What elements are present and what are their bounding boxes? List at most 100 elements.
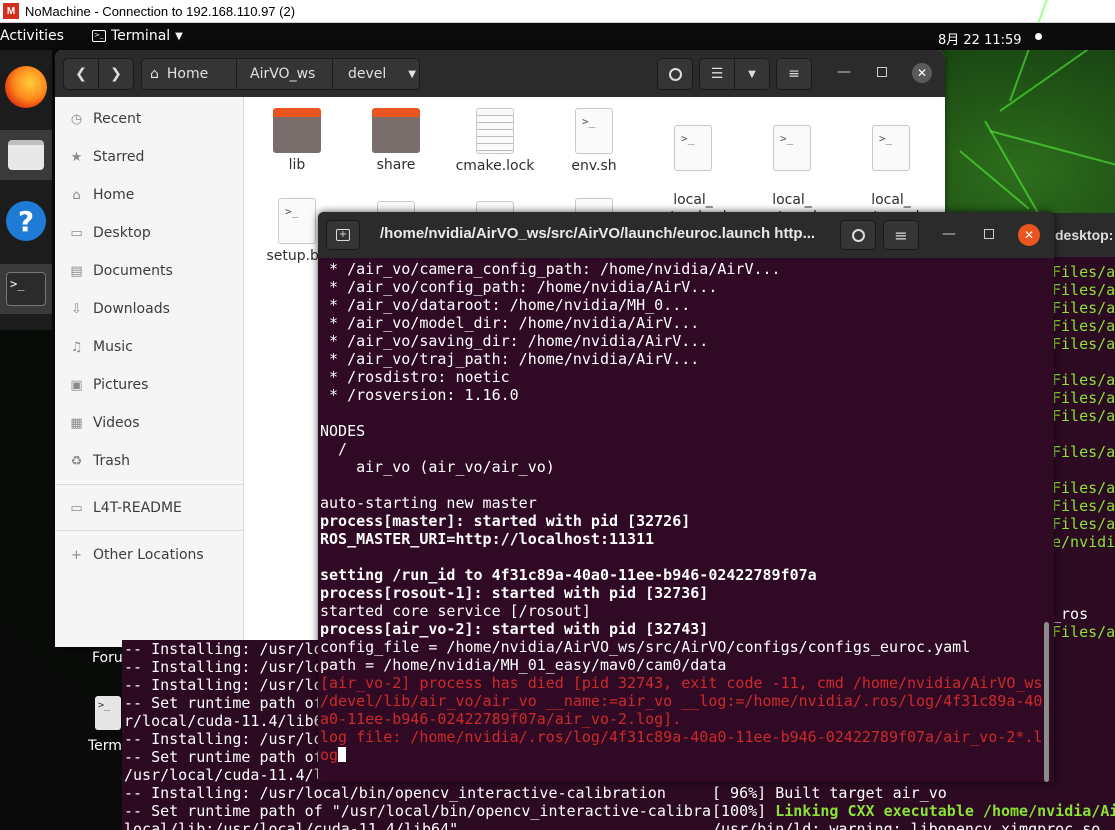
- hamburger-icon: ≡: [788, 66, 800, 82]
- terminal-line: /devel/lib/air_vo/air_vo __name:=air_vo …: [320, 692, 1043, 710]
- breadcrumb-airvo-ws[interactable]: AirVO_ws: [236, 58, 333, 90]
- file-item-lib[interactable]: lib: [248, 105, 346, 174]
- search-icon: [668, 67, 682, 81]
- sidebar-item-label: Videos: [93, 415, 140, 431]
- sidebar-item-label: Downloads: [93, 301, 170, 317]
- terminal-line: * /air_vo/traj_path: /home/nvidia/AirV..…: [320, 350, 700, 368]
- close-button[interactable]: ✕: [912, 63, 932, 83]
- desktop-icon-forum-label[interactable]: Foru: [92, 650, 123, 666]
- background-terminal-line-highlight: Linking CXX executable /home/nvidia/Ai: [775, 802, 1115, 820]
- back-button[interactable]: ❮: [63, 58, 99, 90]
- breadcrumb-home-label: Home: [166, 66, 209, 82]
- breadcrumb-devel[interactable]: devel ▼: [332, 58, 420, 90]
- sidebar-item-documents[interactable]: ▤ Documents: [69, 261, 173, 281]
- terminal-title: /home/nvidia/AirVO_ws/src/AirVO/launch/e…: [380, 225, 816, 242]
- terminal-line: started core service [/rosout]: [320, 602, 591, 620]
- terminal-line: auto-starting new master: [320, 494, 537, 512]
- sidebar-item-trash[interactable]: ♻ Trash: [69, 451, 130, 471]
- chevron-down-icon: ▼: [408, 68, 416, 80]
- firefox-icon[interactable]: [0, 62, 52, 112]
- file-item-share[interactable]: share: [347, 105, 445, 174]
- script-file-icon: >_: [872, 125, 910, 171]
- sidebar-item-label: Recent: [93, 111, 142, 127]
- list-view-button[interactable]: ☰: [699, 58, 735, 90]
- sidebar-item-label: Other Locations: [93, 547, 204, 563]
- files-app-icon[interactable]: [0, 130, 52, 180]
- background-terminal-side-line: Files/a: [1052, 515, 1115, 533]
- background-terminal-line: -- Installing: /usr/local/bin/opencv_int…: [124, 784, 666, 802]
- file-item-env-sh[interactable]: >_ env.sh: [545, 105, 643, 175]
- minimize-icon[interactable]: —: [942, 226, 956, 242]
- files-header-bar: ❮ ❯ ⌂ Home AirVO_ws devel ▼ ☰ ▼ ≡ — ✕: [55, 50, 945, 97]
- clock[interactable]: 8月 22 11:59: [938, 29, 1022, 48]
- background-terminal-line: [ 96%] Built target air_vo: [712, 784, 1115, 802]
- background-terminal-side-line: Files/a: [1052, 335, 1115, 353]
- background-terminal-side-line: Files/a: [1052, 263, 1115, 281]
- forward-button[interactable]: ❯: [98, 58, 134, 90]
- background-terminal-line-text: [100%]: [712, 802, 776, 820]
- breadcrumb-home[interactable]: ⌂ Home: [141, 58, 237, 90]
- activities-button[interactable]: Activities: [0, 28, 64, 44]
- maximize-icon[interactable]: [877, 67, 887, 77]
- sidebar-item-pictures[interactable]: ▣ Pictures: [69, 375, 148, 395]
- minimize-icon[interactable]: —: [837, 64, 851, 80]
- terminal-line: air_vo (air_vo/air_vo): [320, 458, 555, 476]
- sidebar-item-videos[interactable]: ▦ Videos: [69, 413, 140, 433]
- sidebar-item-label: Pictures: [93, 377, 149, 393]
- terminal-search-button[interactable]: [840, 220, 876, 250]
- terminal-line: og: [320, 746, 1050, 764]
- home-icon: ⌂: [150, 66, 159, 82]
- terminal-line: * /air_vo/config_path: /home/nvidia/AirV…: [320, 278, 718, 296]
- terminal-line: * /rosdistro: noetic: [320, 368, 510, 386]
- sidebar-item-other-locations[interactable]: + Other Locations: [69, 545, 204, 565]
- chevron-down-icon: ▼: [175, 30, 183, 42]
- close-button[interactable]: ✕: [1018, 224, 1040, 246]
- terminal-scrollbar[interactable]: [1044, 622, 1049, 782]
- view-options-button[interactable]: ▼: [734, 58, 770, 90]
- sidebar-item-label: Home: [93, 187, 135, 203]
- background-terminal-side-line: Files/a: [1052, 407, 1115, 425]
- sidebar-item-l4t-readme[interactable]: ▭ L4T-README: [69, 498, 182, 518]
- terminal-line: [air_vo-2] process has died [pid 32743, …: [320, 674, 1043, 692]
- desktop-terminal-icon[interactable]: >_: [95, 696, 121, 730]
- terminal-app-icon: >_: [92, 30, 106, 42]
- sidebar-item-music[interactable]: ♫ Music: [69, 337, 133, 357]
- sidebar-item-downloads[interactable]: ⇩ Downloads: [69, 299, 170, 319]
- sidebar-item-recent[interactable]: ◷ Recent: [69, 109, 142, 129]
- music-icon: ♫: [70, 339, 83, 355]
- background-terminal-side-line: _ros: [1052, 605, 1089, 623]
- sidebar-item-starred[interactable]: ★ Starred: [69, 147, 145, 167]
- search-button[interactable]: [657, 58, 693, 90]
- trash-icon: ♻: [70, 453, 83, 469]
- terminal-line: setting /run_id to 4f31c89a-40a0-11ee-b9…: [320, 566, 817, 584]
- folder-icon: [273, 108, 321, 153]
- maximize-icon[interactable]: [984, 229, 994, 239]
- terminal-line: process[rosout-1]: started with pid [327…: [320, 584, 709, 602]
- script-file-icon: >_: [575, 108, 613, 154]
- sidebar-item-home[interactable]: ⌂ Home: [69, 185, 134, 205]
- terminal-dock-icon[interactable]: >_: [0, 264, 52, 314]
- terminal-line: config_file = /home/nvidia/AirVO_ws/src/…: [320, 638, 971, 656]
- app-menu-label: Terminal: [111, 28, 171, 44]
- folder-icon: [372, 108, 420, 153]
- breadcrumb-devel-label: devel: [348, 66, 387, 82]
- background-terminal-edge: desktop: Files/a Files/a Files/a Files/a Fil…: [1052, 213, 1115, 640]
- desktop-icon-terminal-label[interactable]: Term: [88, 738, 122, 754]
- sidebar-item-label: Documents: [93, 263, 173, 279]
- file-name: share: [376, 157, 416, 173]
- background-terminal-line-text: /usr/bin/ld: warning: libopencv_ximgproc…: [712, 820, 1110, 830]
- terminal-output[interactable]: * /air_vo/camera_config_path: /home/nvid…: [320, 260, 1050, 782]
- terminal-menu-button[interactable]: ≡: [883, 220, 919, 250]
- document-icon: ▤: [70, 263, 83, 279]
- file-item-cmake-lock[interactable]: cmake.lock: [446, 105, 544, 175]
- help-icon[interactable]: ?: [0, 196, 52, 246]
- background-terminal-side-line: Files/a: [1052, 497, 1115, 515]
- dock: ? >_: [0, 50, 52, 330]
- sidebar-item-desktop[interactable]: ▭ Desktop: [69, 223, 150, 243]
- script-file-icon: >_: [674, 125, 712, 171]
- app-menu[interactable]: >_ Terminal ▼: [92, 28, 183, 44]
- main-menu-button[interactable]: ≡: [776, 58, 812, 90]
- new-tab-button[interactable]: +: [326, 220, 360, 250]
